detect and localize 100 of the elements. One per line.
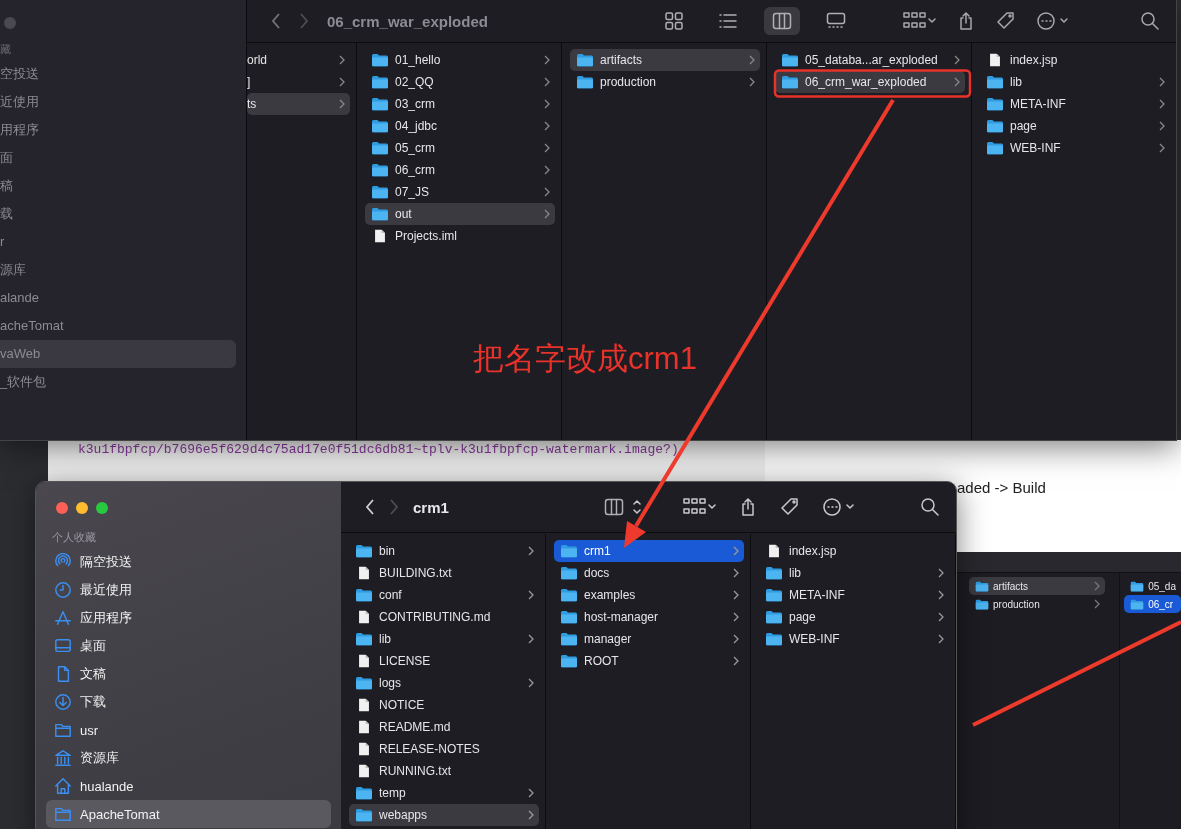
folder-icon (54, 805, 72, 823)
file-item[interactable]: index.jsp (759, 540, 949, 562)
chevron-icon (1159, 121, 1165, 131)
folder-item[interactable]: WEB-INF (980, 137, 1170, 159)
folder-item[interactable]: production (570, 71, 760, 93)
chevron-icon (749, 77, 755, 87)
sidebar-item[interactable]: 文稿 (46, 660, 331, 688)
sidebar-item[interactable]: 载 (0, 200, 236, 228)
sidebar-item[interactable]: 隔空投送 (46, 548, 331, 576)
sidebar-item[interactable]: 稿 (0, 172, 236, 200)
folder-icon (371, 141, 389, 155)
folder-item[interactable]: 03_crm (365, 93, 555, 115)
sidebar-item[interactable]: usr (46, 716, 331, 744)
folder-item[interactable]: page (759, 606, 949, 628)
folder-item[interactable]: crm1 (554, 540, 744, 562)
folder-item[interactable]: page (980, 115, 1170, 137)
sidebar-item[interactable]: 下载 (46, 688, 331, 716)
folder-item[interactable]: 02_QQ (365, 71, 555, 93)
folder-item[interactable]: logs (349, 672, 539, 694)
folder-item[interactable]: orld (247, 49, 350, 71)
file-item[interactable]: Projects.iml (365, 225, 555, 247)
folder-item[interactable]: artifacts (570, 49, 760, 71)
sidebar-item[interactable]: _软件包 (0, 368, 236, 396)
folder-icon (576, 75, 594, 89)
chevron-icon (544, 165, 550, 175)
zoom-button[interactable] (96, 502, 108, 514)
sidebar-item[interactable]: 桌面 (46, 632, 331, 660)
search-icon[interactable] (1140, 11, 1160, 31)
folder-icon (355, 544, 373, 558)
sidebar-item[interactable]: 面 (0, 144, 236, 172)
folder-item[interactable]: 06_cr (1124, 595, 1181, 613)
folder-item[interactable]: production (969, 595, 1106, 613)
folder-item[interactable]: ROOT (554, 650, 744, 672)
sidebar-item[interactable]: acheTomat (0, 312, 236, 340)
folder-item[interactable]: manager (554, 628, 744, 650)
folder-item[interactable]: META-INF (759, 584, 949, 606)
search-icon[interactable] (920, 497, 940, 517)
view-mode-button[interactable] (764, 7, 800, 35)
sidebar-header: 个人收藏 (51, 530, 96, 545)
folder-item[interactable]: artifacts (969, 577, 1106, 595)
folder-item[interactable]: 05_da (1124, 577, 1181, 595)
folder-icon (355, 808, 373, 822)
sidebar-item[interactable]: 源库 (0, 256, 236, 284)
folder-item[interactable]: lib (349, 628, 539, 650)
folder-item[interactable]: lib (980, 71, 1170, 93)
folder-icon (355, 786, 373, 800)
folder-item[interactable]: examples (554, 584, 744, 606)
folder-icon (986, 119, 1004, 133)
minimize-button[interactable] (76, 502, 88, 514)
chevron-icon (528, 788, 534, 798)
folder-item[interactable]: 07_JS (365, 181, 555, 203)
sidebar-item[interactable]: ApacheTomat (46, 800, 331, 828)
folder-icon (765, 632, 783, 646)
chevron-icon (938, 590, 944, 600)
sidebar-item[interactable]: 最近使用 (46, 576, 331, 604)
folder-item[interactable]: bin (349, 540, 539, 562)
file-item[interactable]: README.md (349, 716, 539, 738)
group-icon[interactable] (902, 11, 936, 31)
file-item[interactable]: BUILDING.txt (349, 562, 539, 584)
list-view-icon (718, 11, 738, 31)
file-item[interactable]: CONTRIBUTING.md (349, 606, 539, 628)
sidebar-item[interactable]: alande (0, 284, 236, 312)
folder-item[interactable]: 06_crm (365, 159, 555, 181)
folder-item[interactable]: ] (247, 71, 350, 93)
sidebar-item[interactable]: 空投送 (0, 60, 236, 88)
more-icon[interactable] (1036, 11, 1070, 31)
folder-item[interactable]: 05_crm (365, 137, 555, 159)
more-icon[interactable] (822, 497, 856, 517)
folder-item[interactable]: 05_databa...ar_exploded (775, 49, 965, 71)
folder-item[interactable]: lib (759, 562, 949, 584)
folder-item[interactable]: META-INF (980, 93, 1170, 115)
folder-item[interactable]: ts (247, 93, 350, 115)
folder-item[interactable]: docs (554, 562, 744, 584)
tag-icon[interactable] (996, 11, 1016, 31)
sidebar-item[interactable]: r (0, 228, 236, 256)
folder-item[interactable]: 01_hello (365, 49, 555, 71)
file-item[interactable]: RUNNING.txt (349, 760, 539, 782)
updown-icon[interactable] (632, 497, 642, 517)
folder-item[interactable]: WEB-INF (759, 628, 949, 650)
tag-icon[interactable] (780, 497, 800, 517)
file-item[interactable]: RELEASE-NOTES (349, 738, 539, 760)
sidebar-item[interactable]: 近使用 (0, 88, 236, 116)
folder-icon (986, 141, 1004, 155)
sidebar-item[interactable]: 资源库 (46, 744, 331, 772)
folder-item[interactable]: temp (349, 782, 539, 804)
close-button[interactable] (56, 502, 68, 514)
folder-item[interactable]: out (365, 203, 555, 225)
folder-item[interactable]: 06_crm_war_exploded (775, 71, 965, 93)
folder-item[interactable]: 04_jdbc (365, 115, 555, 137)
sidebar-item[interactable]: 用程序 (0, 116, 236, 144)
sidebar-item[interactable]: 应用程序 (46, 604, 331, 632)
folder-item[interactable]: host-manager (554, 606, 744, 628)
file-item[interactable]: LICENSE (349, 650, 539, 672)
file-item[interactable]: NOTICE (349, 694, 539, 716)
folder-item[interactable]: conf (349, 584, 539, 606)
folder-item[interactable]: webapps (349, 804, 539, 826)
apps-icon (54, 609, 72, 627)
file-item[interactable]: index.jsp (980, 49, 1170, 71)
group-icon[interactable] (682, 497, 716, 517)
sidebar-item[interactable]: hualande (46, 772, 331, 800)
